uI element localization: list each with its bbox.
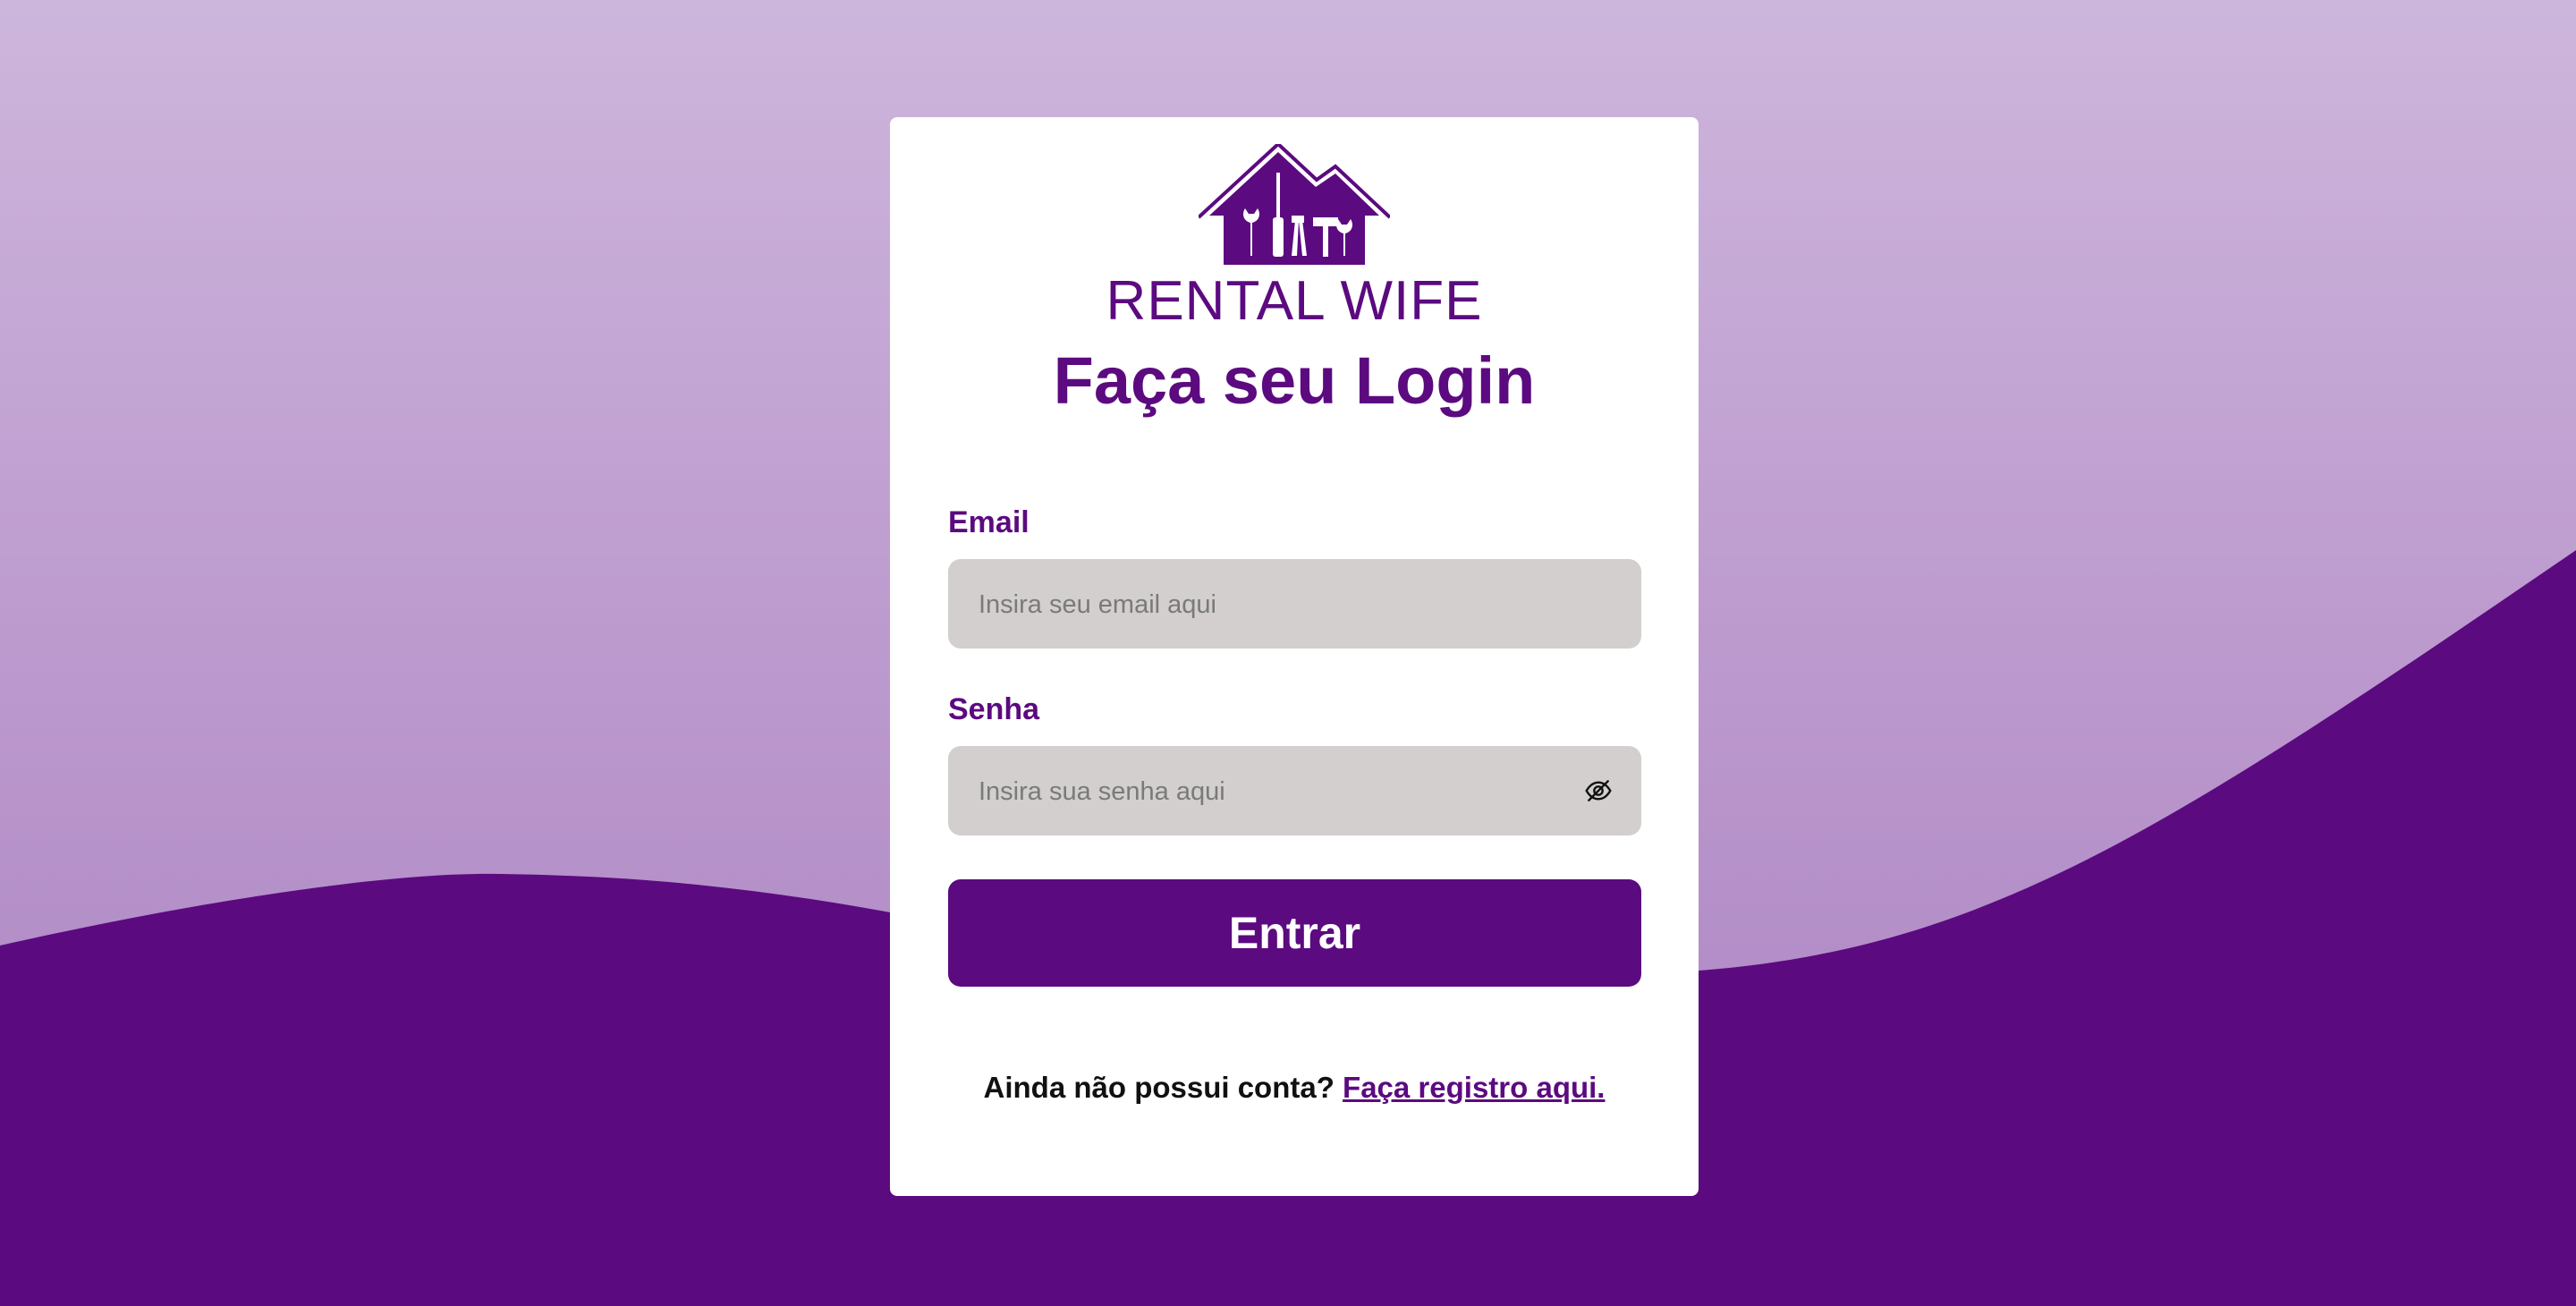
register-link[interactable]: Faça registro aqui. [1343, 1071, 1605, 1104]
email-label: Email [948, 505, 1030, 539]
register-prompt-row: Ainda não possui conta? Faça registro aq… [890, 1071, 1699, 1105]
brand-name: RENTAL WIFE [1106, 270, 1483, 332]
eye-off-icon[interactable] [1584, 776, 1613, 805]
page-title: Faça seu Login [1053, 343, 1536, 418]
register-prompt: Ainda não possui conta? [983, 1071, 1343, 1104]
password-field[interactable] [977, 746, 1589, 837]
email-field[interactable] [977, 559, 1589, 650]
login-page: RENTAL WIFE Faça seu Login Email Senha E… [0, 0, 2576, 1306]
email-field-container [948, 559, 1641, 650]
password-label: Senha [948, 692, 1040, 726]
login-card: RENTAL WIFE Faça seu Login Email Senha E… [890, 117, 1699, 1196]
house-tools-icon [1199, 144, 1390, 265]
login-button[interactable]: Entrar [948, 879, 1641, 987]
password-field-container [948, 746, 1641, 837]
